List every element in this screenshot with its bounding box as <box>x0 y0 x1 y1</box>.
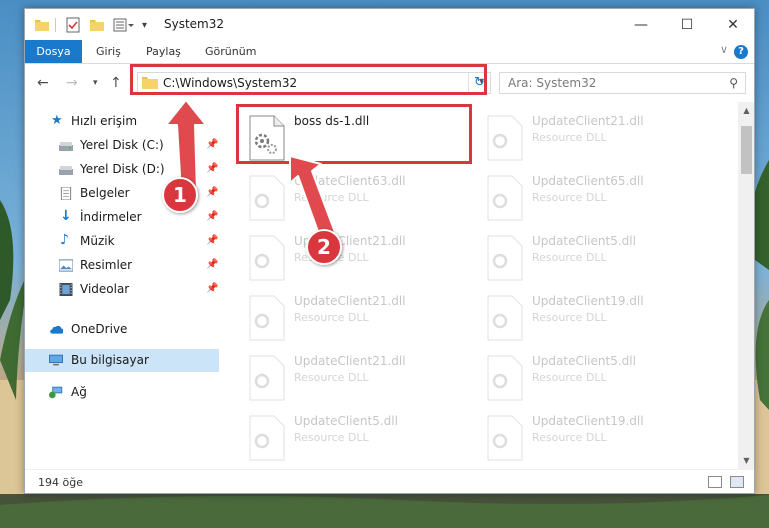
step-badge-2: 2 <box>306 229 342 265</box>
annotation-arrows <box>165 99 337 241</box>
arrow-2 <box>289 155 337 241</box>
step-badge-1: 1 <box>162 177 198 213</box>
